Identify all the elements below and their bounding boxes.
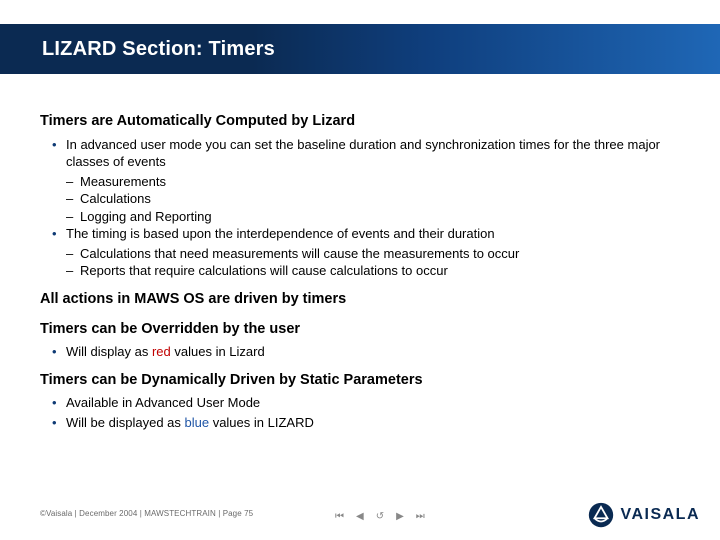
sub-bullet: Measurements — [80, 173, 690, 191]
sub-bullet: Logging and Reporting — [80, 208, 690, 226]
sub-bullet: Calculations — [80, 190, 690, 208]
section-heading-2: All actions in MAWS OS are driven by tim… — [40, 290, 690, 310]
vaisala-logo: VAISALA — [588, 502, 700, 528]
blue-text: blue — [185, 415, 210, 430]
bullet: Will display as red values in Lizard — [66, 343, 690, 361]
section-heading-3: Timers can be Overridden by the user — [40, 320, 690, 340]
text: values in LIZARD — [209, 415, 314, 430]
nav-next-icon[interactable]: ▶ — [396, 511, 404, 522]
content-area: Timers are Automatically Computed by Liz… — [40, 112, 690, 433]
red-text: red — [152, 344, 171, 359]
bullet: The timing is based upon the interdepend… — [66, 225, 690, 243]
section-heading-1: Timers are Automatically Computed by Liz… — [40, 112, 690, 132]
text: Will display as — [66, 344, 152, 359]
vaisala-logo-icon — [588, 502, 614, 528]
section-heading-4: Timers can be Dynamically Driven by Stat… — [40, 371, 690, 391]
nav-prev-icon[interactable]: ◀ — [356, 511, 364, 522]
text: values in Lizard — [171, 344, 265, 359]
bullet: In advanced user mode you can set the ba… — [66, 136, 690, 171]
nav-first-icon[interactable]: ⏮ — [335, 511, 344, 522]
page-title: LIZARD Section: Timers — [42, 38, 275, 61]
nav-refresh-icon[interactable]: ↺ — [376, 511, 384, 522]
title-band: LIZARD Section: Timers — [0, 24, 720, 74]
sub-bullet: Reports that require calculations will c… — [80, 262, 690, 280]
bullet: Will be displayed as blue values in LIZA… — [66, 414, 690, 432]
bullet: Available in Advanced User Mode — [66, 394, 690, 412]
text: Will be displayed as — [66, 415, 185, 430]
nav-last-icon[interactable]: ⏭ — [416, 511, 425, 522]
vaisala-logo-text: VAISALA — [620, 506, 700, 524]
slide-nav: ⏮ ◀ ↺ ▶ ⏭ — [335, 511, 425, 522]
sub-bullet: Calculations that need measurements will… — [80, 245, 690, 263]
footer-text: ©Vaisala | December 2004 | MAWSTECHTRAIN… — [40, 509, 253, 518]
